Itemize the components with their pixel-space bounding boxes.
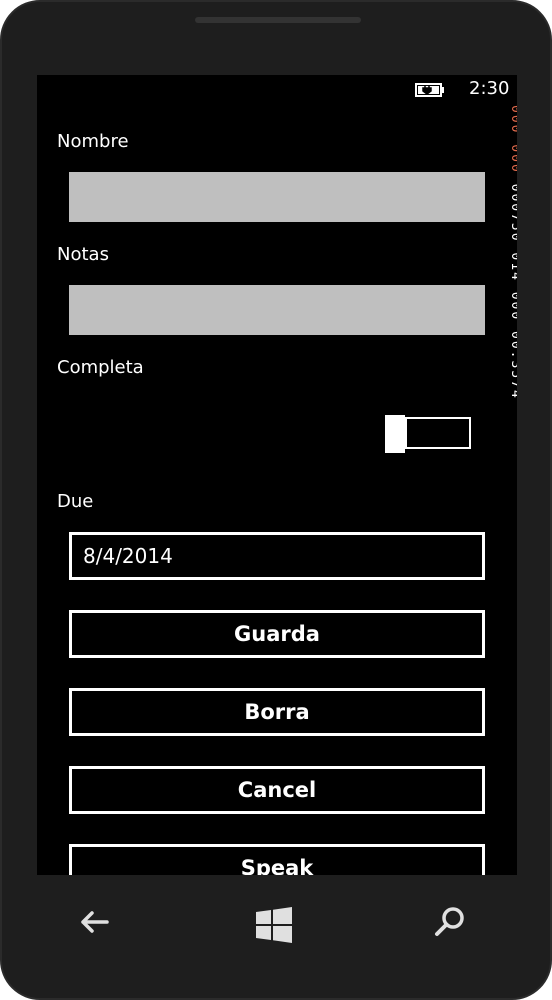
- back-arrow-icon[interactable]: [75, 902, 115, 942]
- completa-label: Completa: [57, 357, 144, 378]
- counter-red-text: 000 000: [508, 105, 517, 174]
- phone-frame: 2:30 Nombre Notas Completa Due 8/4/2014 …: [0, 0, 552, 1000]
- borra-button[interactable]: Borra: [69, 688, 485, 736]
- battery-charging-icon: [415, 83, 444, 97]
- toggle-track: [405, 417, 471, 449]
- notas-label: Notas: [57, 244, 109, 265]
- due-label: Due: [57, 491, 94, 512]
- app-screen: 2:30 Nombre Notas Completa Due 8/4/2014 …: [37, 75, 517, 875]
- toggle-thumb[interactable]: [385, 415, 405, 453]
- earpiece-speaker: [195, 17, 361, 23]
- cancel-button[interactable]: Cancel: [69, 766, 485, 814]
- frame-rate-counter: 000 000 000750 014 000 00.3574: [499, 105, 517, 475]
- completa-toggle[interactable]: [385, 415, 473, 453]
- status-time: 2:30: [469, 78, 510, 99]
- windows-logo-icon[interactable]: [254, 905, 294, 945]
- guarda-button[interactable]: Guarda: [69, 610, 485, 658]
- search-icon[interactable]: [430, 902, 470, 942]
- due-date-picker[interactable]: 8/4/2014: [69, 532, 485, 580]
- speak-button[interactable]: Speak: [69, 844, 485, 875]
- notas-input[interactable]: [69, 285, 485, 335]
- counter-white-text: 000750 014 000 00.3574: [508, 183, 517, 400]
- nombre-label: Nombre: [57, 131, 129, 152]
- frame-rate-counter-text: 000 000 000750 014 000 00.3574: [508, 105, 517, 400]
- nombre-input[interactable]: [69, 172, 485, 222]
